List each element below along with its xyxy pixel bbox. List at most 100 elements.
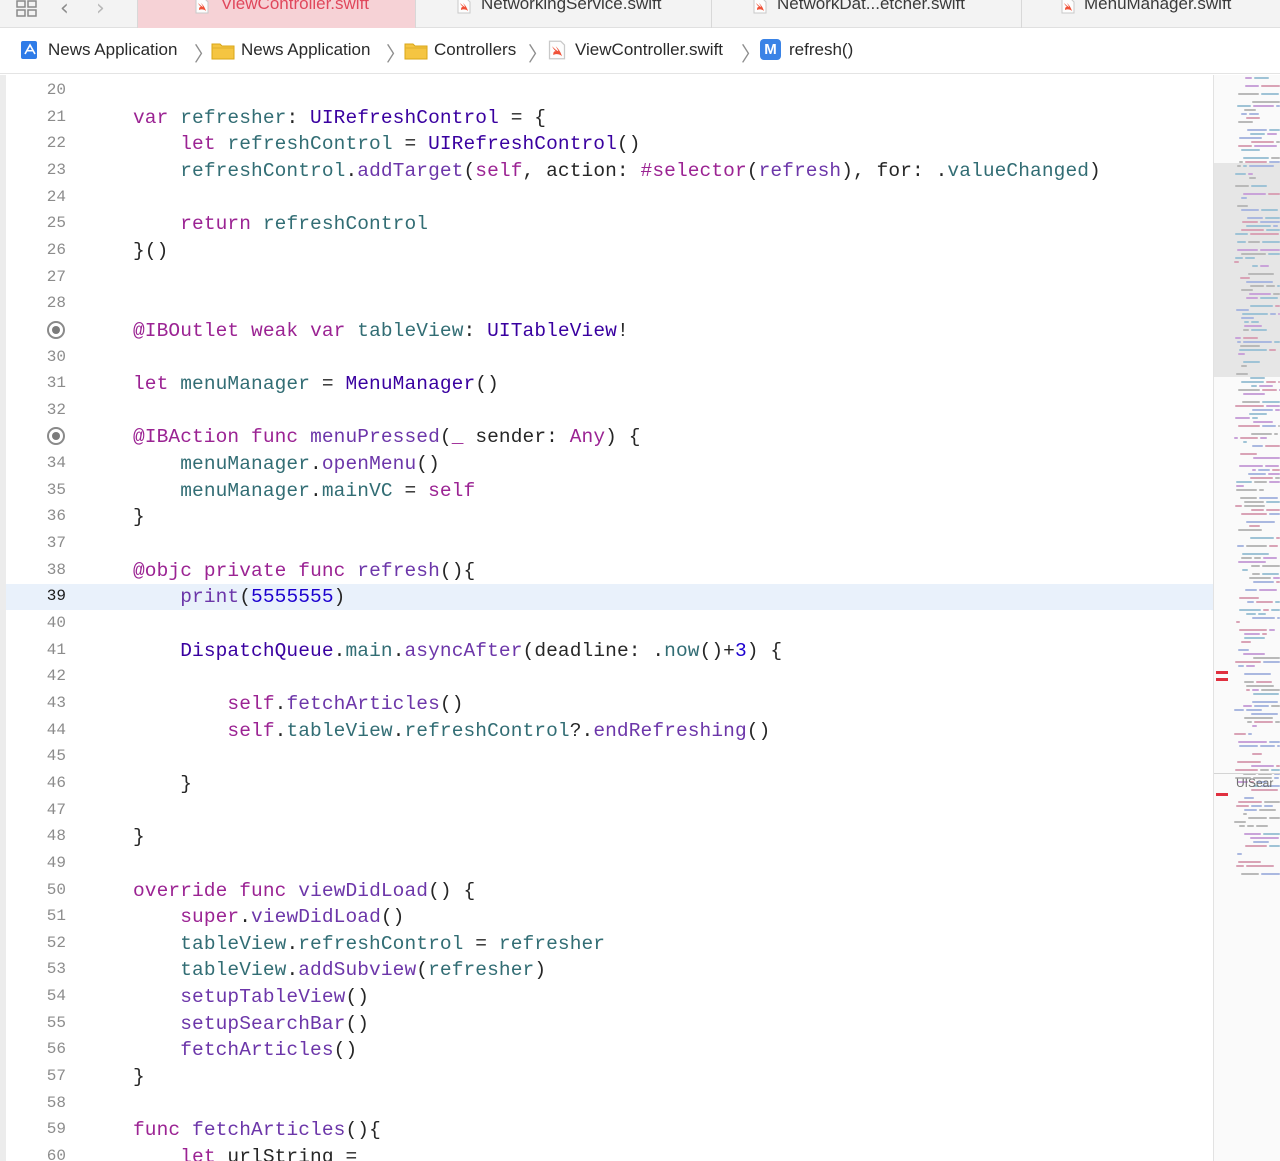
minimap-line	[1243, 361, 1260, 363]
tab-viewcontroller[interactable]: ViewController.swift	[138, 0, 416, 28]
code-line[interactable]: 58	[6, 1091, 1213, 1117]
minimap-line	[1275, 305, 1280, 307]
minimap-line	[1242, 221, 1258, 223]
minimap-line	[1266, 405, 1280, 407]
code-line[interactable]: 22 let refreshControl = UIRefreshControl…	[6, 131, 1213, 157]
minimap-line	[1253, 657, 1280, 659]
code-line[interactable]: 42	[6, 664, 1213, 690]
code-line[interactable]: 56 fetchArticles()	[6, 1037, 1213, 1063]
code-line[interactable]: 51 super.viewDidLoad()	[6, 904, 1213, 930]
interface-builder-connection-icon[interactable]	[47, 427, 65, 446]
code-line[interactable]: 55 setupSearchBar()	[6, 1011, 1213, 1037]
breadcrumb-method[interactable]: refresh()	[789, 40, 853, 60]
swift-icon	[548, 40, 566, 60]
minimap-line	[1271, 769, 1280, 771]
line-number: 52	[46, 933, 66, 952]
minimap-line	[1243, 341, 1272, 343]
xcode-project-icon[interactable]	[20, 40, 40, 60]
code-line[interactable]: 59 func fetchArticles(){	[6, 1117, 1213, 1143]
code-line[interactable]: 49	[6, 851, 1213, 877]
minimap-line	[1234, 733, 1246, 735]
code-line[interactable]: 43 self.fetchArticles()	[6, 691, 1213, 717]
line-number: 23	[46, 160, 66, 179]
code-text: super.viewDidLoad()	[180, 906, 405, 929]
code-line[interactable]: 47	[6, 798, 1213, 824]
code-line[interactable]: @IBAction func menuPressed(_ sender: Any…	[6, 424, 1213, 450]
code-line[interactable]: 31 let menuManager = MenuManager()	[6, 371, 1213, 397]
minimap-line	[1252, 689, 1259, 691]
tab-networkingservice[interactable]: NetworkingService.swift	[416, 0, 712, 28]
code-line[interactable]: 25 return refreshControl	[6, 211, 1213, 237]
minimap-line	[1256, 825, 1268, 827]
code-text: tableView.addSubview(refresher)	[180, 959, 547, 982]
code-line[interactable]: 35 menuManager.mainVC = self	[6, 478, 1213, 504]
tab-networkdatafetcher[interactable]: NetworkDat...etcher.swift	[712, 0, 1022, 28]
swift-icon	[1061, 0, 1075, 14]
tab-menumanager[interactable]: MenuManager.swift	[1022, 0, 1280, 28]
code-line[interactable]: 21 var refresher: UIRefreshControl = {	[6, 105, 1213, 131]
code-line[interactable]: 53 tableView.addSubview(refresher)	[6, 957, 1213, 983]
minimap-line	[1263, 833, 1280, 835]
related-items-grid-icon[interactable]	[16, 0, 38, 18]
code-line[interactable]: 24	[6, 185, 1213, 211]
code-line[interactable]: 54 setupTableView()	[6, 984, 1213, 1010]
minimap-line	[1265, 465, 1279, 467]
interface-builder-connection-icon[interactable]	[47, 320, 65, 339]
minimap-line	[1274, 341, 1280, 343]
minimap-line	[1269, 817, 1280, 819]
code-text: DispatchQueue.main.asyncAfter(deadline: …	[180, 639, 783, 662]
minimap-line	[1265, 445, 1280, 447]
minimap-line	[1236, 373, 1248, 375]
code-line[interactable]: 32	[6, 398, 1213, 424]
code-line[interactable]: @IBOutlet weak var tableView: UITableVie…	[6, 318, 1213, 344]
code-line[interactable]: 60 let urlString =	[6, 1144, 1213, 1161]
minimap-line	[1234, 709, 1244, 711]
code-line[interactable]: 52 tableView.refreshControl = refresher	[6, 931, 1213, 957]
code-line[interactable]: 28	[6, 291, 1213, 317]
minimap-line	[1241, 209, 1259, 211]
code-text: var refresher: UIRefreshControl = {	[133, 106, 547, 129]
breadcrumb-folder[interactable]: Controllers	[434, 40, 516, 60]
breadcrumb-project[interactable]: News Application	[48, 40, 177, 60]
minimap-line	[1236, 481, 1252, 483]
code-line[interactable]: 45	[6, 744, 1213, 770]
code-line[interactable]: 26}()	[6, 238, 1213, 264]
breadcrumb-file[interactable]: ViewController.swift	[575, 40, 723, 60]
code-line[interactable]: 30	[6, 345, 1213, 371]
minimap-change-marker	[1216, 678, 1228, 681]
minimap-line	[1240, 277, 1250, 279]
breadcrumb-group[interactable]: News Application	[241, 40, 370, 60]
code-line[interactable]: 50 override func viewDidLoad() {	[6, 878, 1213, 904]
code-line[interactable]: 38 @objc private func refresh(){	[6, 558, 1213, 584]
minimap-line	[1248, 473, 1266, 475]
forward-arrow-icon[interactable]: ›	[96, 0, 105, 21]
code-line[interactable]: 41 DispatchQueue.main.asyncAfter(deadlin…	[6, 638, 1213, 664]
minimap-line	[1237, 249, 1258, 251]
code-line[interactable]: 39 print(5555555)	[6, 584, 1213, 611]
code-line[interactable]: 20	[6, 78, 1213, 104]
minimap-line	[1252, 409, 1273, 411]
code-line[interactable]: 23 refreshControl.addTarget(self, action…	[6, 158, 1213, 184]
code-line[interactable]: 40	[6, 611, 1213, 637]
code-line[interactable]: 48}	[6, 824, 1213, 850]
code-editor[interactable]: 20 21 var refresher: UIRefreshControl = {2…	[0, 75, 1213, 1161]
minimap-line	[1245, 85, 1259, 87]
minimap-line	[1245, 77, 1252, 79]
minimap[interactable]: UISear	[1213, 75, 1280, 1161]
code-line[interactable]: 34 menuManager.openMenu()	[6, 451, 1213, 477]
minimap-line	[1243, 393, 1265, 395]
code-line[interactable]: 36}	[6, 504, 1213, 530]
code-line[interactable]: 46 }	[6, 771, 1213, 797]
back-arrow-icon[interactable]: ‹	[60, 0, 69, 21]
minimap-line	[1241, 289, 1253, 291]
line-number: 56	[46, 1040, 66, 1059]
code-line[interactable]: 57}	[6, 1064, 1213, 1090]
code-line[interactable]: 27	[6, 265, 1213, 291]
minimap-line	[1239, 745, 1258, 747]
code-line[interactable]: 37	[6, 531, 1213, 557]
minimap-line	[1241, 365, 1247, 367]
minimap-line	[1237, 105, 1251, 107]
minimap-line	[1269, 845, 1280, 847]
code-line[interactable]: 44 self.tableView.refreshControl?.endRef…	[6, 718, 1213, 744]
minimap-line	[1236, 489, 1257, 491]
